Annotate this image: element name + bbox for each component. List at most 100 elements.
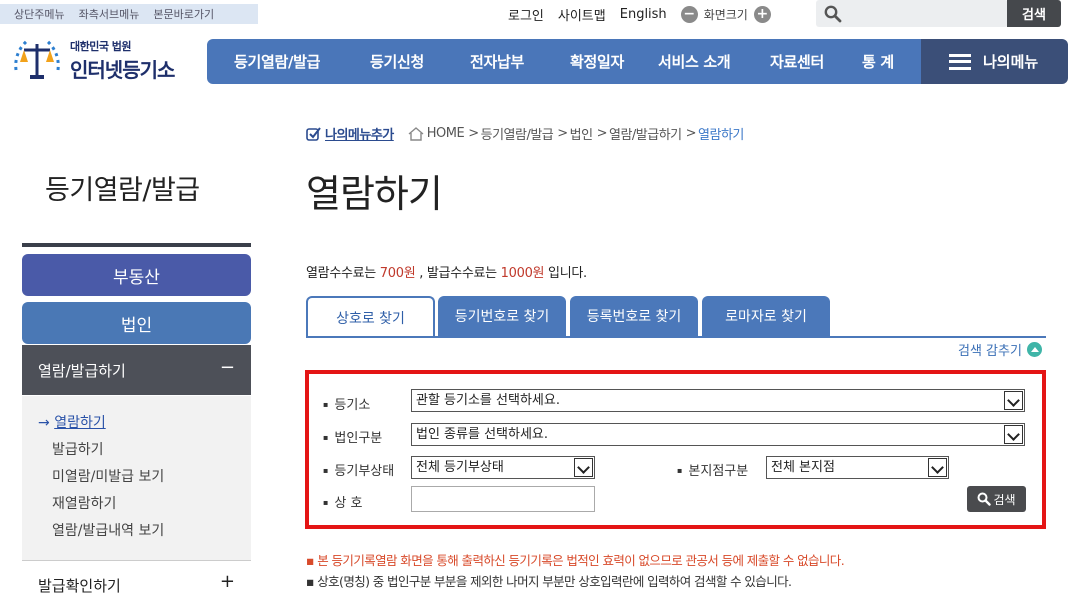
lnb-item-issue[interactable]: 발급하기: [52, 439, 104, 459]
collapse-icon: −: [219, 357, 235, 378]
notice-list: ▪ 본 등기기록열람 화면을 통해 출력하신 등기기록은 법적인 효력이 없으므…: [306, 550, 845, 592]
skip-content-link[interactable]: 본문바로가기: [153, 6, 214, 22]
checkbox-icon: [306, 126, 321, 141]
issue-fee: 1000원: [500, 266, 545, 281]
lnb-item-view-label: 열람하기: [54, 415, 106, 431]
breadcrumb-registry-view[interactable]: 등기열람/발급: [481, 124, 554, 143]
search-submit-label: 검색: [993, 492, 1016, 507]
breadcrumb-current: 열람하기: [698, 128, 744, 143]
search-submit-button[interactable]: 검색: [967, 486, 1026, 512]
lnb-item-history[interactable]: 열람/발급내역 보기: [52, 520, 164, 540]
lnb-issue-confirm-menu[interactable]: 발급확인하기 +: [22, 560, 251, 600]
lnb-item-review[interactable]: 재열람하기: [52, 493, 116, 513]
breadcrumb-corporation[interactable]: 법인: [570, 124, 593, 143]
view-fee: 700원: [379, 266, 416, 281]
corp-type-select[interactable]: 법인 종류를 선택하세요.: [411, 423, 1025, 446]
fee-text-mid: , 발급수수료는: [415, 266, 501, 281]
lnb-submenu-list: → 열람하기 발급하기 미열람/미발급 보기 재열람하기 열람/발급내역 보기: [22, 396, 251, 560]
expand-icon: +: [219, 571, 235, 592]
lnb-item-unviewed[interactable]: 미열람/미발급 보기: [52, 466, 164, 486]
fee-text-post: 입니다.: [544, 266, 587, 281]
company-name-input[interactable]: [411, 486, 595, 512]
breadcrumb-view-issue[interactable]: 열람/발급하기: [609, 124, 682, 143]
breadcrumb-separator: >: [596, 126, 608, 141]
registry-status-label: 등기부상태: [323, 460, 394, 479]
gnb-item-fixed-date[interactable]: 확정일자: [570, 51, 624, 72]
lnb-realestate-button[interactable]: 부동산: [22, 254, 251, 296]
site-logo[interactable]: 대한민국 법원 인터넷등기소: [8, 30, 198, 86]
hide-search-label: 검색 감추기: [958, 344, 1022, 359]
search-icon: [824, 5, 842, 23]
registry-office-label: 등기소: [323, 394, 370, 413]
tab-search-by-roman[interactable]: 로마자로 찾기: [702, 296, 830, 336]
utility-bar: 로그인 사이트맵 English − 화면크기 +: [508, 2, 771, 26]
site-search-input[interactable]: [816, 0, 1008, 27]
logo-subtitle: 대한민국 법원: [70, 40, 132, 53]
breadcrumb: 나의메뉴추가 HOME > 등기열람/발급 > 법인 > 열람/발급하기 > 열…: [306, 124, 744, 143]
branch-type-label: 본지점구분: [677, 460, 748, 479]
skip-main-menu-link[interactable]: 상단주메뉴: [14, 6, 65, 22]
lnb-issue-confirm-label: 발급확인하기: [38, 577, 121, 595]
english-link[interactable]: English: [620, 7, 667, 22]
lnb-divider: [22, 243, 251, 247]
dropdown-arrow-icon: [574, 458, 593, 477]
hide-search-toggle[interactable]: 검색 감추기: [958, 340, 1042, 359]
gnb-item-resource-center[interactable]: 자료센터: [770, 51, 824, 72]
corp-type-value: 법인 종류를 선택하세요.: [416, 427, 548, 442]
arrow-right-icon: →: [38, 415, 50, 431]
lnb-view-issue-label: 열람/발급하기: [38, 361, 126, 380]
zoom-out-button[interactable]: −: [680, 5, 698, 23]
dropdown-arrow-icon: [928, 458, 947, 477]
logo-title: 인터넷등기소: [70, 58, 175, 82]
sitemap-link[interactable]: 사이트맵: [558, 5, 606, 24]
chevron-up-icon: [1026, 342, 1042, 357]
notice-item: ▪ 상호(명칭) 중 법인구분 부분을 제외한 나머지 부분만 상호입력란에 입…: [306, 574, 792, 589]
breadcrumb-separator: >: [685, 126, 697, 141]
global-navigation: 등기열람/발급 등기신청 전자납부 확정일자 서비스 소개 자료센터 통 계: [207, 39, 921, 84]
zoom-in-button[interactable]: +: [753, 5, 771, 23]
company-name-label: 상 호: [323, 492, 362, 511]
tab-search-by-name[interactable]: 상호로 찾기: [306, 296, 435, 338]
dropdown-arrow-icon: [1004, 425, 1023, 444]
zoom-label: 화면크기: [703, 7, 748, 22]
lnb-title: 등기열람/발급: [45, 175, 200, 206]
site-search-button[interactable]: 검색: [1007, 0, 1061, 27]
my-menu-button[interactable]: 나의메뉴: [921, 39, 1068, 84]
tab-search-by-registration-number[interactable]: 등록번호로 찾기: [570, 296, 698, 336]
corp-type-label: 법인구분: [323, 427, 382, 446]
zoom-control: − 화면크기 +: [680, 5, 771, 23]
gnb-item-statistics[interactable]: 통 계: [862, 51, 894, 72]
breadcrumb-home[interactable]: HOME: [427, 126, 465, 141]
add-my-menu-link[interactable]: 나의메뉴추가: [306, 124, 394, 143]
court-emblem-icon: [14, 38, 60, 79]
search-icon: [977, 492, 992, 506]
skip-navigation: 상단주메뉴 좌측서브메뉴 본문바로가기: [0, 4, 258, 24]
registry-office-value: 관할 등기소를 선택하세요.: [416, 393, 560, 408]
home-icon: [408, 126, 424, 141]
registry-status-value: 전체 등기부상태: [416, 460, 504, 475]
registry-status-select[interactable]: 전체 등기부상태: [411, 456, 595, 479]
branch-type-value: 전체 본지점: [771, 460, 835, 475]
breadcrumb-separator: >: [468, 126, 479, 141]
registry-office-select[interactable]: 관할 등기소를 선택하세요.: [411, 389, 1025, 412]
notice-item: ▪ 본 등기기록열람 화면을 통해 출력하신 등기기록은 법적인 효력이 없으므…: [306, 553, 845, 568]
page-title: 열람하기: [306, 172, 443, 216]
add-my-menu-label: 나의메뉴추가: [325, 128, 394, 143]
gnb-item-e-payment[interactable]: 전자납부: [470, 51, 524, 72]
login-link[interactable]: 로그인: [508, 5, 544, 24]
fee-text-pre: 열람수수료는: [306, 266, 380, 281]
gnb-item-registry-apply[interactable]: 등기신청: [370, 51, 424, 72]
hamburger-icon: [949, 53, 971, 70]
skip-sub-menu-link[interactable]: 좌측서브메뉴: [79, 6, 140, 22]
lnb-corporation-button[interactable]: 법인: [22, 302, 251, 344]
gnb-item-service-intro[interactable]: 서비스 소개: [658, 51, 731, 72]
tab-search-by-registry-number[interactable]: 등기번호로 찾기: [438, 296, 566, 336]
branch-type-select[interactable]: 전체 본지점: [766, 456, 949, 479]
tab-underline: [306, 336, 1046, 338]
gnb-item-registry-view[interactable]: 등기열람/발급: [234, 51, 320, 72]
lnb-view-issue-menu[interactable]: 열람/발급하기 −: [22, 345, 251, 395]
my-menu-label: 나의메뉴: [983, 53, 1039, 71]
fee-notice: 열람수수료는 700원 , 발급수수료는 1000원 입니다.: [306, 262, 587, 281]
lnb-item-view[interactable]: → 열람하기: [38, 412, 106, 432]
breadcrumb-separator: >: [557, 126, 568, 141]
